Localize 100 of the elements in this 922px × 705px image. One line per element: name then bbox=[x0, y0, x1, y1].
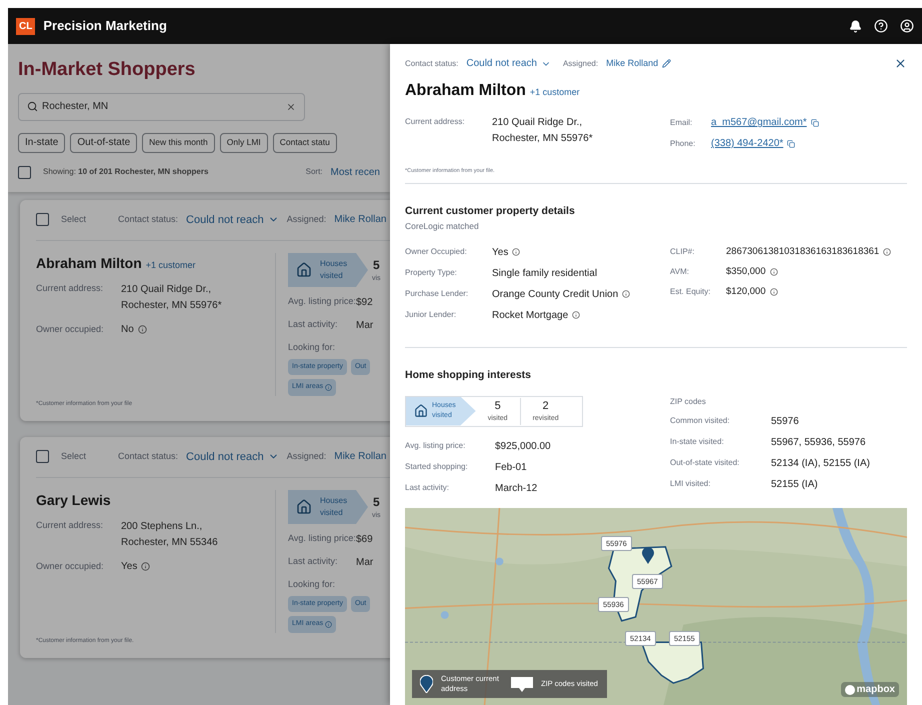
address-label: Current address: bbox=[405, 116, 466, 128]
info-icon[interactable] bbox=[141, 562, 150, 571]
status-dropdown[interactable]: Could not reach bbox=[466, 56, 551, 71]
address-value: 200 Stephens Ln., Rochester, MN 55346 bbox=[121, 520, 218, 550]
filter-chip[interactable]: Out-of-state bbox=[70, 132, 138, 152]
page-title: In-Market Shoppers bbox=[18, 58, 196, 82]
info-icon[interactable] bbox=[325, 384, 332, 391]
stat-value: $92 bbox=[356, 296, 373, 310]
filter-chip[interactable]: New this month bbox=[142, 132, 215, 152]
checkbox[interactable] bbox=[36, 450, 49, 464]
attribution: mapbox bbox=[840, 682, 899, 697]
address-label: Current address: bbox=[36, 519, 104, 532]
shopper-name: Abraham Milton bbox=[36, 254, 142, 273]
property-label: Purchase Lender: bbox=[405, 288, 470, 300]
sort-label: Sort: bbox=[306, 166, 323, 178]
edit-icon[interactable] bbox=[662, 59, 672, 68]
zip-value: 52134 (IA), 52155 (IA) bbox=[771, 456, 870, 470]
select-label: Select bbox=[61, 450, 86, 463]
assigned-name[interactable]: Mike Rolland bbox=[606, 56, 658, 70]
stat-count: 2 bbox=[542, 398, 549, 414]
customer-name: Abraham Milton bbox=[405, 81, 526, 101]
info-icon[interactable] bbox=[770, 268, 778, 276]
filter-chip[interactable]: In-state bbox=[18, 132, 66, 152]
stat-label: Avg. listing price: bbox=[405, 440, 466, 452]
status-label: Contact status: bbox=[405, 58, 458, 70]
info-icon[interactable] bbox=[325, 620, 332, 628]
property-value: Rocket Mortgage bbox=[492, 308, 568, 323]
assigned-name[interactable]: Mike Rollan bbox=[334, 449, 386, 464]
stat-value: $925,000.00 bbox=[495, 440, 551, 454]
owner-label: Owner occupied: bbox=[36, 322, 105, 336]
logo: CL bbox=[16, 18, 36, 34]
checkbox[interactable] bbox=[18, 166, 31, 178]
assigned-label: Assigned: bbox=[286, 450, 326, 463]
email-link[interactable]: a_m567@gmail.com* bbox=[711, 115, 807, 130]
stat-value: $69 bbox=[356, 533, 373, 547]
status-dropdown[interactable]: Could not reach bbox=[186, 212, 279, 228]
stat-label: Last activity: bbox=[405, 482, 450, 494]
info-icon[interactable] bbox=[622, 290, 630, 298]
close-icon[interactable] bbox=[894, 57, 907, 70]
assigned-label: Assigned: bbox=[286, 213, 326, 226]
zip-label: Common visited: bbox=[670, 415, 731, 427]
filter-chip[interactable]: Only LMI bbox=[220, 132, 268, 152]
zip-label: Out-of-state visited: bbox=[670, 457, 740, 469]
property-label: Est. Equity: bbox=[670, 286, 712, 298]
property-label: Junior Lender: bbox=[405, 309, 458, 322]
stat-value: Feb-01 bbox=[495, 460, 527, 474]
assigned-label: Assigned: bbox=[562, 58, 598, 70]
status-dropdown[interactable]: Could not reach bbox=[186, 448, 279, 465]
houses-label: Houses visited bbox=[320, 495, 348, 519]
clear-icon[interactable] bbox=[286, 102, 296, 112]
search-icon bbox=[27, 101, 38, 112]
property-value: $120,000 bbox=[726, 285, 766, 300]
property-value: Yes bbox=[492, 246, 508, 260]
filter-chip[interactable]: Contact statu bbox=[272, 132, 337, 152]
phone-label: Phone: bbox=[670, 138, 696, 150]
info-icon[interactable] bbox=[512, 248, 520, 256]
notifications-icon[interactable] bbox=[849, 20, 862, 32]
house-icon bbox=[414, 404, 428, 418]
info-icon[interactable] bbox=[883, 248, 892, 256]
assigned-name[interactable]: Mike Rollan bbox=[334, 212, 386, 228]
property-label: AVM: bbox=[670, 266, 690, 278]
copy-icon[interactable] bbox=[787, 140, 796, 148]
property-value: Orange County Credit Union bbox=[492, 288, 618, 302]
stat-value: Mar bbox=[356, 556, 374, 570]
phone-link[interactable]: (338) 494-2420* bbox=[711, 136, 784, 151]
app-title: Precision Marketing bbox=[43, 17, 167, 36]
search-field[interactable]: Rochester, MN bbox=[18, 92, 305, 120]
account-icon[interactable] bbox=[900, 19, 914, 33]
help-icon[interactable] bbox=[874, 19, 888, 33]
house-icon bbox=[296, 262, 312, 278]
property-value: $350,000 bbox=[726, 265, 766, 279]
visited-count: 5 bbox=[372, 494, 380, 511]
status-label: Contact status: bbox=[118, 213, 178, 226]
customer-link[interactable]: +1 customer bbox=[146, 259, 196, 272]
visited-count: 5 bbox=[372, 256, 380, 274]
checkbox[interactable] bbox=[36, 213, 49, 226]
zip-value: 55967, 55936, 55976 bbox=[771, 436, 866, 450]
customer-link[interactable]: +1 customer bbox=[530, 86, 580, 100]
address-value: 210 Quail Ridge Dr., Rochester, MN 55976* bbox=[492, 116, 593, 146]
info-icon[interactable] bbox=[572, 311, 580, 320]
property-label: Owner Occupied: bbox=[405, 246, 468, 258]
location-pin-icon bbox=[642, 546, 654, 564]
stat-label: Avg. listing price: bbox=[288, 532, 356, 545]
house-icon bbox=[296, 499, 312, 515]
address-label: Current address: bbox=[36, 282, 104, 295]
zip-codes-title: ZIP codes bbox=[670, 396, 707, 408]
copy-icon[interactable] bbox=[810, 118, 819, 126]
status-label: Contact status: bbox=[118, 450, 178, 463]
sort-dropdown[interactable]: Most recen bbox=[330, 164, 380, 180]
looking-label: Looking for: bbox=[288, 578, 336, 591]
address-value: 210 Quail Ridge Dr., Rochester, MN 55976* bbox=[121, 283, 222, 313]
property-label: CLIP#: bbox=[670, 246, 696, 258]
stat-count: 5 bbox=[494, 398, 501, 414]
stat-label: Avg. listing price: bbox=[288, 295, 356, 308]
property-value: Single family residential bbox=[492, 266, 598, 281]
select-label: Select bbox=[61, 213, 86, 226]
owner-value: No bbox=[121, 323, 134, 337]
stat-value: Mar bbox=[356, 319, 374, 333]
info-icon[interactable] bbox=[770, 288, 778, 296]
info-icon[interactable] bbox=[138, 325, 147, 334]
